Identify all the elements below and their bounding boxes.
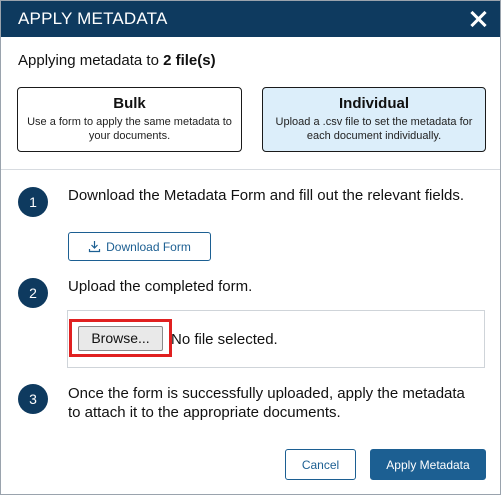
individual-mode-description: Upload a .csv file to set the metadata f…	[275, 116, 473, 142]
dialog-title: APPLY METADATA	[18, 9, 168, 28]
summary-prefix: Applying metadata to	[18, 52, 164, 69]
step-1-badge: 1	[18, 187, 48, 217]
bulk-mode-option[interactable]: Bulk Use a form to apply the same metada…	[17, 87, 242, 152]
apply-metadata-dialog: APPLY METADATA Applying metadata to 2 fi…	[0, 0, 501, 495]
individual-mode-title: Individual	[338, 95, 409, 112]
close-icon[interactable]	[468, 9, 488, 29]
step-2-badge: 2	[18, 278, 48, 308]
file-status: No file selected.	[171, 331, 278, 348]
file-count: 2 file(s)	[163, 52, 216, 69]
step-2-text: Upload the completed form.	[68, 278, 253, 295]
step-3-text: Once the form is successfully uploaded, …	[68, 385, 465, 421]
download-form-label: Download Form	[106, 239, 191, 254]
file-count-summary: Applying metadata to 2 file(s)	[18, 52, 216, 69]
download-form-button[interactable]: Download Form	[68, 232, 211, 261]
bulk-mode-title: Bulk	[113, 95, 146, 112]
step-3-badge: 3	[18, 384, 48, 414]
divider	[1, 169, 500, 170]
download-icon	[89, 241, 101, 253]
step-1-text: Download the Metadata Form and fill out …	[68, 187, 465, 204]
cancel-button[interactable]: Cancel	[285, 449, 356, 480]
dialog-header: APPLY METADATA	[1, 1, 500, 37]
apply-metadata-button[interactable]: Apply Metadata	[370, 449, 486, 480]
individual-mode-option[interactable]: Individual Upload a .csv file to set the…	[262, 87, 486, 152]
browse-button[interactable]: Browse...	[78, 326, 163, 351]
bulk-mode-description: Use a form to apply the same metadata to…	[27, 116, 232, 142]
